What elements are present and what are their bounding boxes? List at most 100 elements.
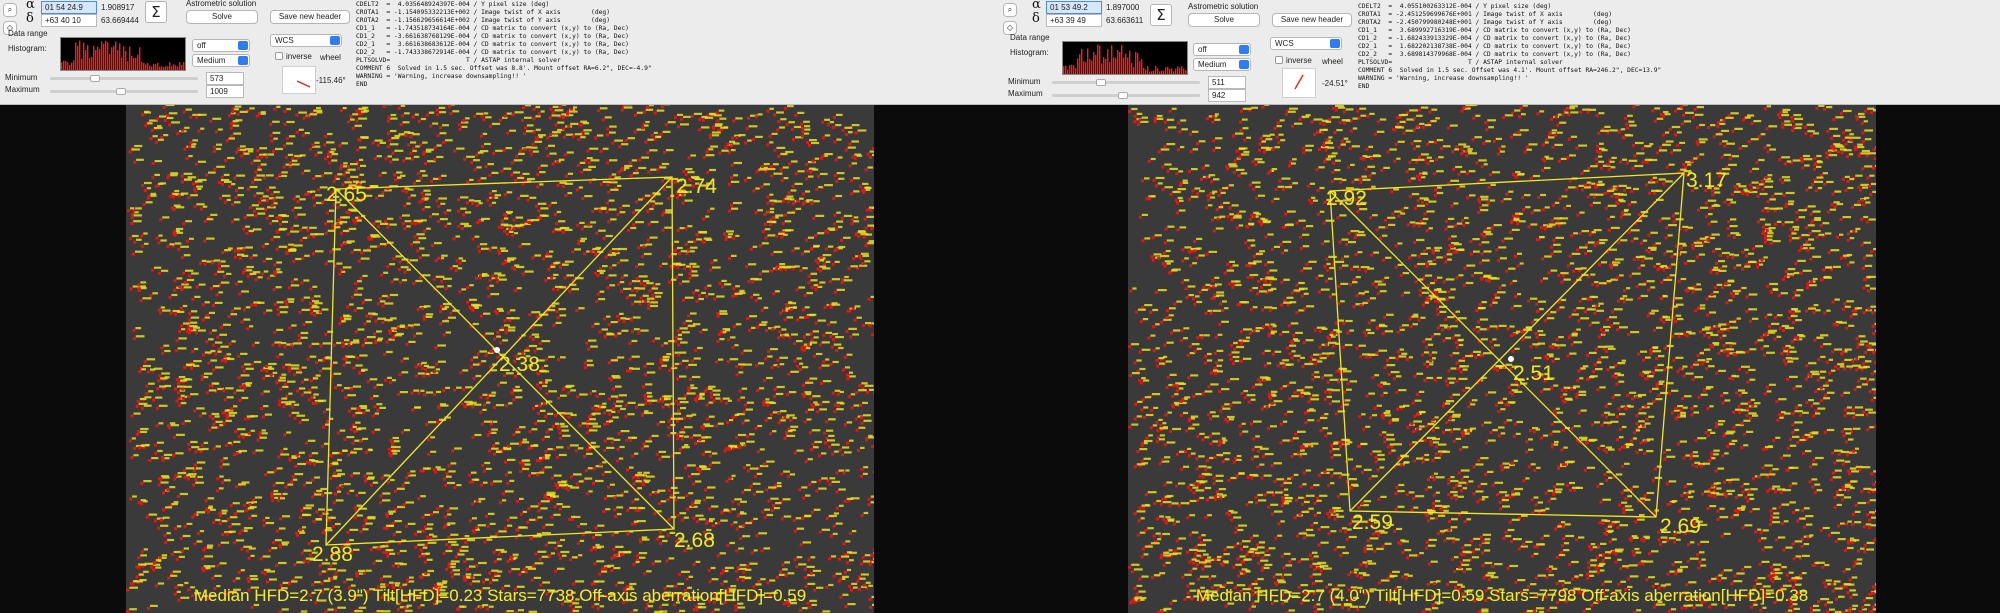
star-hfd-label [547,541,557,544]
star-hfd-label [339,221,348,224]
star-hfd-label [836,220,844,223]
star-hfd-label [796,556,803,559]
maximum-input[interactable]: 1009 [206,85,244,98]
star-marker [288,413,292,417]
star-marker [154,451,158,455]
sigma-button[interactable]: Σ [145,1,167,23]
star-marker [238,292,242,296]
star-hfd-label [503,217,509,220]
rotation-dial[interactable] [282,66,316,94]
star-marker [300,393,304,397]
dec-input[interactable]: +63 40 10 [41,14,97,27]
star-hfd-label [763,547,771,550]
star-marker [386,225,390,229]
minimum-slider[interactable] [50,75,198,82]
star-marker [319,344,323,348]
star-hfd-label [559,422,565,425]
dropdown-wcs[interactable]: WCS [270,34,342,47]
star-marker [832,115,836,119]
star-hfd-label [550,552,555,555]
star-marker [506,559,510,563]
star-marker [589,414,593,418]
star-marker [756,389,760,393]
star-hfd-label [767,167,776,171]
slider-thumb[interactable] [116,88,126,95]
star-hfd-label [433,511,439,514]
star-marker [250,605,254,609]
star-marker [292,197,296,201]
star-marker [635,554,639,557]
star-marker [260,407,264,410]
star-hfd-label [362,437,369,440]
ra-input[interactable]: 01 54 24.9 [41,1,97,14]
star-hfd-label [805,494,811,497]
star-marker [247,556,251,560]
star-marker [763,515,767,519]
star-marker [684,242,688,246]
star-marker [218,514,222,518]
star-hfd-label [239,145,246,148]
star-hfd-label [140,281,147,284]
star-hfd-label [245,225,250,228]
star-marker [666,533,670,537]
star-hfd-label [678,417,683,420]
star-marker [292,259,296,263]
solve-button[interactable]: Solve [186,10,258,24]
star-marker [678,572,682,576]
star-hfd-label [629,582,637,586]
star-hfd-label [311,452,319,455]
star-hfd-label [780,118,787,121]
star-marker [371,430,375,434]
minimum-input[interactable]: 573 [206,72,244,85]
star-hfd-label [602,402,607,405]
star-hfd-label [822,610,831,613]
star-marker [391,336,395,340]
fits-header-text[interactable]: CDELT2 = 4.035648924397E-004 / Y pixel s… [356,1,996,96]
star-hfd-label [447,522,456,525]
star-hfd-label [813,284,818,287]
dropdown-off[interactable]: off [192,39,250,52]
histogram-bar [151,66,153,70]
dropdown-medium[interactable]: Medium [192,54,250,67]
star-hfd-label [677,397,686,400]
star-hfd-label [157,182,164,185]
star-hfd-label [447,316,456,319]
star-hfd-label [141,444,150,447]
star-marker [459,371,463,375]
star-marker [840,216,844,220]
star-hfd-label [540,207,549,210]
star-hfd-label [513,556,518,559]
star-hfd-label [716,295,725,298]
star-marker [312,203,316,207]
minimum-label: Minimum [5,73,38,82]
star-hfd-label [281,342,287,345]
star-marker [469,365,473,369]
star-hfd-label [570,413,577,417]
star-hfd-label [776,385,785,389]
inverse-checkbox[interactable]: inverse [275,52,312,61]
zoom-icon[interactable]: ⌕ [3,3,17,17]
star-hfd-label [809,313,817,316]
star-marker [264,473,268,477]
star-marker [801,308,805,312]
histogram-bar [117,50,119,70]
star-hfd-label [313,109,323,112]
star-marker [127,209,130,213]
star-marker [692,482,696,486]
maximum-slider[interactable] [50,88,198,95]
star-hfd-label [358,491,366,494]
star-hfd-label [821,341,830,344]
star-hfd-label [512,553,519,556]
star-marker [793,359,797,363]
star-hfd-label [403,357,409,360]
star-marker [730,523,734,527]
star-marker [521,461,525,465]
star-field-image[interactable]: 2.65 2.74 2.38 2.88 2.68 Median HFD=2.7 … [126,105,874,613]
star-marker [598,330,602,334]
star-marker [646,151,650,155]
save-header-button[interactable]: Save new header [270,10,350,24]
star-marker [707,568,711,572]
star-marker [453,149,457,153]
star-marker [606,286,610,290]
slider-thumb[interactable] [90,75,100,82]
